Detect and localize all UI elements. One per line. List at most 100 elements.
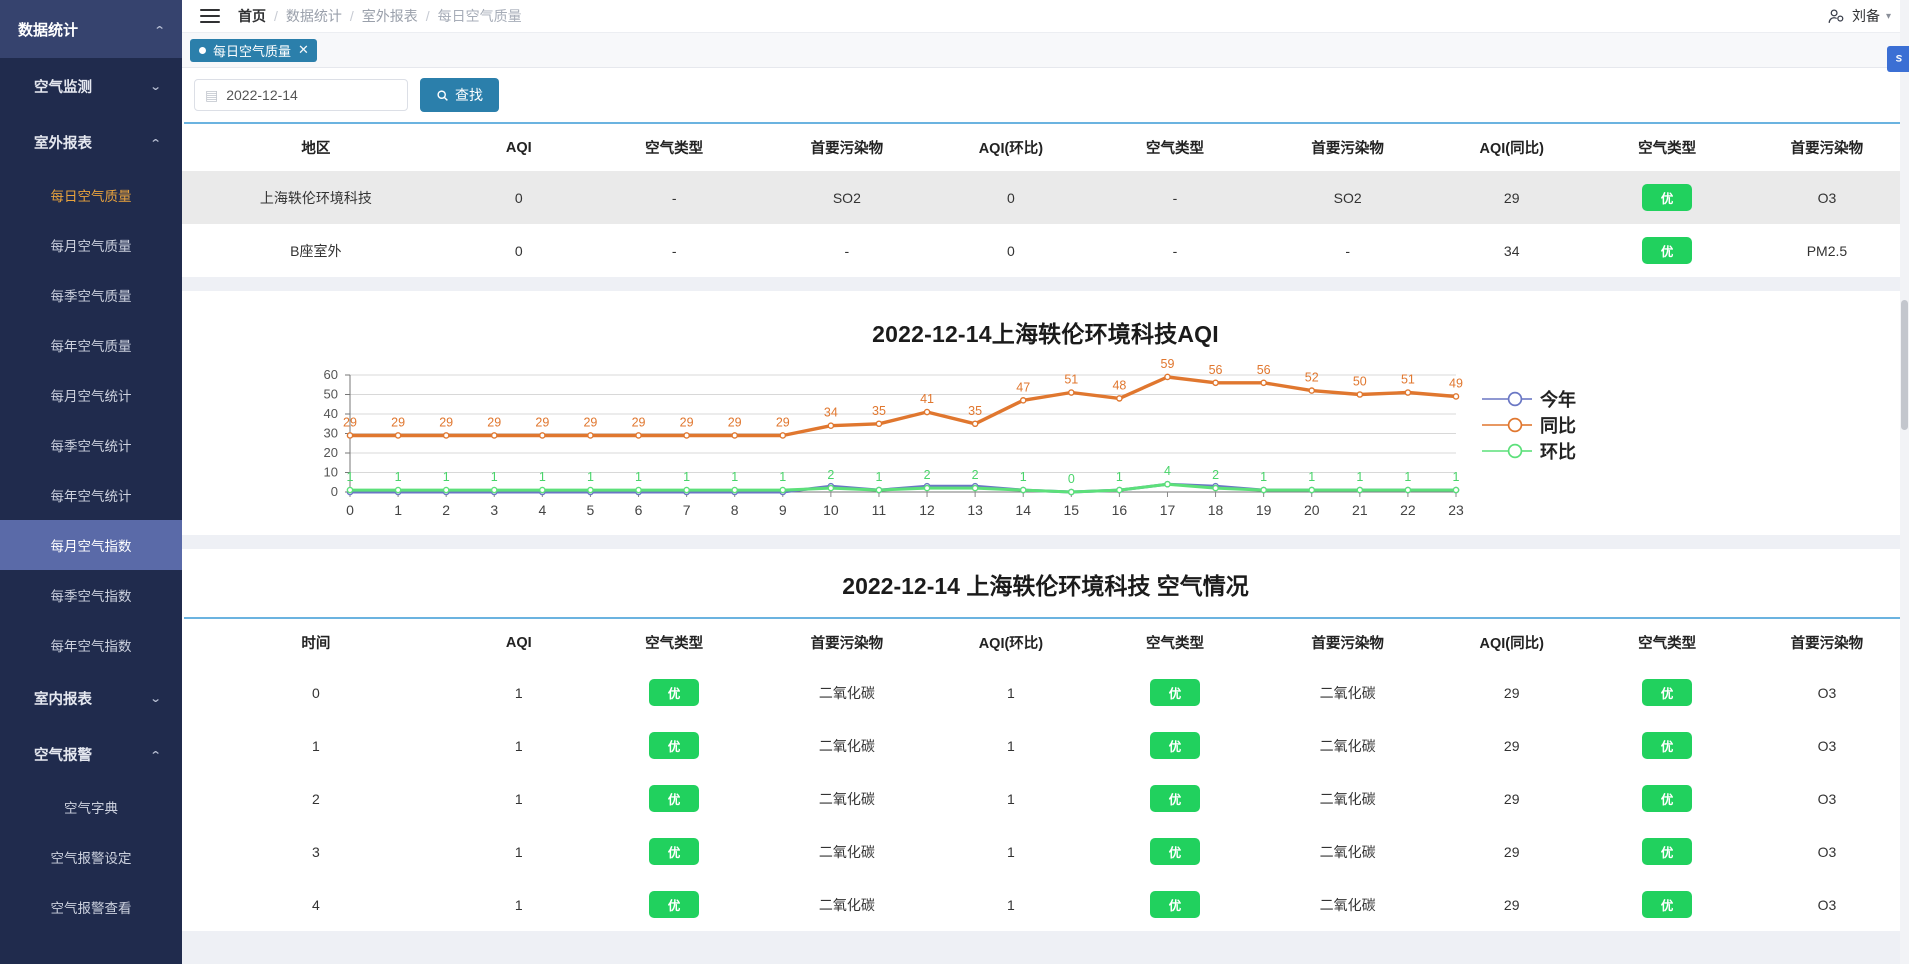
table-row[interactable]: 上海轶伦环境科技 0 - SO2 0 - SO2 29 优 O3 <box>182 171 1909 224</box>
detail-section-title: 2022-12-14 上海轶伦环境科技 空气情况 <box>182 549 1909 617</box>
sidebar-item-monthly-air-index[interactable]: 每月空气指数 <box>0 520 182 570</box>
sidebar-item-yearly-air-quality[interactable]: 每年空气质量 <box>0 320 182 370</box>
cell-pollutant-2: 二氧化碳 <box>1261 825 1434 878</box>
cell-airtype-2: 优 <box>1088 878 1262 931</box>
sidebar-group-air-monitor[interactable]: 空气监测 ⌄ <box>0 58 182 114</box>
breadcrumb-separator: / <box>274 8 278 24</box>
cell-aqi-yoy: 29 <box>1434 666 1590 719</box>
data-label-mom: 1 <box>587 470 594 484</box>
sidebar-item-label: 每月空气统计 <box>50 389 132 404</box>
breadcrumb: 首页 / 数据统计 / 室外报表 / 每日空气质量 <box>238 6 522 26</box>
cell-pollutant-3: O3 <box>1744 666 1909 719</box>
series-point <box>1260 379 1267 387</box>
cell-airtype-3: 优 <box>1589 825 1745 878</box>
data-label-yoy: 35 <box>872 404 886 418</box>
breadcrumb-item-statistics[interactable]: 数据统计 <box>286 6 342 26</box>
sidebar-item-quarterly-air-stats[interactable]: 每季空气统计 <box>0 420 182 470</box>
legend-item-1[interactable]: 同比 <box>1482 416 1576 436</box>
user-avatar-icon <box>1828 8 1844 23</box>
legend-item-0[interactable]: 今年 <box>1482 389 1576 410</box>
x-tick-label: 4 <box>538 502 546 518</box>
hamburger-menu-icon[interactable] <box>200 6 220 27</box>
data-label-yoy: 29 <box>487 415 501 429</box>
series-point <box>539 432 546 439</box>
cell-airtype-3: 优 <box>1589 666 1745 719</box>
chart-title: 2022-12-14上海轶伦环境科技AQI <box>872 321 1219 347</box>
sidebar-item-monthly-air-stats[interactable]: 每月空气统计 <box>0 370 182 420</box>
cell-airtype-2: - <box>1088 171 1262 224</box>
sidebar-item-label: 每日空气质量 <box>50 189 132 204</box>
floating-brand-button[interactable] <box>1887 46 1909 72</box>
sidebar-group-indoor-report[interactable]: 室内报表 ⌄ <box>0 670 182 726</box>
sidebar-group-air-alarm[interactable]: 空气报警 ⌄ <box>0 726 182 782</box>
series-point <box>827 484 835 492</box>
user-menu[interactable]: 刘备 ▾ <box>1827 6 1891 26</box>
data-label-mom: 1 <box>347 470 354 484</box>
sidebar-item-quarterly-air-quality[interactable]: 每季空气质量 <box>0 270 182 320</box>
legend-item-2[interactable]: 环比 <box>1482 442 1576 462</box>
tab-daily-air-quality[interactable]: 每日空气质量 ✕ <box>190 38 317 62</box>
search-button[interactable]: 查找 <box>420 78 499 112</box>
sidebar-item-air-alarm-view[interactable]: 空气报警查看 <box>0 882 182 932</box>
summary-table-wrap: 地区 AQI 空气类型 首要污染物 AQI(环比) 空气类型 首要污染物 AQI… <box>182 122 1909 277</box>
sidebar-item-yearly-air-index[interactable]: 每年空气指数 <box>0 620 182 670</box>
status-badge: 优 <box>1642 838 1693 865</box>
y-tick-label: 50 <box>324 387 338 402</box>
data-label-mom: 1 <box>1260 470 1267 484</box>
sidebar-title-label: 数据统计 <box>18 21 79 39</box>
cell-aqi-yoy: 29 <box>1434 171 1590 224</box>
page-scrollbar-thumb[interactable] <box>1901 300 1908 430</box>
status-badge: 优 <box>1149 785 1200 812</box>
chart-canvas[interactable]: 0 10 20 30 40 50 60 0 1 2 3 4 5 6 7 8 9 10 11 12 13 14 15 16 17 1… <box>182 357 1909 529</box>
cell-airtype-2: - <box>1088 224 1262 277</box>
data-label-yoy: 41 <box>920 392 934 406</box>
status-badge: 优 <box>1149 732 1200 759</box>
data-label-mom: 4 <box>1164 464 1171 478</box>
cell-airtype-1: 优 <box>587 825 761 878</box>
x-tick-label: 12 <box>919 502 935 518</box>
cell-airtype-3: 优 <box>1589 171 1745 224</box>
status-badge: 优 <box>649 732 700 759</box>
date-input[interactable]: ▤ 2022-12-14 <box>194 79 408 111</box>
x-tick-label: 16 <box>1112 502 1128 518</box>
status-badge: 优 <box>649 838 700 865</box>
sidebar-title[interactable]: 数据统计 ⌄ <box>0 0 182 58</box>
sidebar-item-monthly-air-quality[interactable]: 每月空气质量 <box>0 220 182 270</box>
table-row[interactable]: 1 1 优二氧化碳 1 优二氧化碳 29 优 O3 <box>182 719 1909 772</box>
sidebar-item-yearly-air-stats[interactable]: 每年空气统计 <box>0 470 182 520</box>
table-row[interactable]: 0 1 优二氧化碳 1 优二氧化碳 29 优 O3 <box>182 666 1909 719</box>
sidebar-item-air-dictionary[interactable]: 空气字典 <box>0 782 182 832</box>
sidebar-group-label: 室内报表 <box>34 691 92 708</box>
sidebar-item-daily-air-quality[interactable]: 每日空气质量 <box>0 170 182 220</box>
cell-aqi-mom: 1 <box>933 772 1089 825</box>
breadcrumb-item-home[interactable]: 首页 <box>238 6 266 26</box>
table-row[interactable]: 4 1 优二氧化碳 1 优二氧化碳 29 优 O3 <box>182 878 1909 931</box>
table-row[interactable]: B座室外 0 - - 0 - - 34 优 PM2.5 <box>182 224 1909 277</box>
table-row[interactable]: 2 1 优二氧化碳 1 优二氧化碳 29 优 O3 <box>182 772 1909 825</box>
sidebar-item-air-alarm-setting[interactable]: 空气报警设定 <box>0 832 182 882</box>
data-label-mom: 1 <box>875 470 882 484</box>
data-label-mom: 1 <box>683 470 690 484</box>
cell-aqi: 1 <box>449 772 588 825</box>
series-point <box>587 486 594 494</box>
data-label-mom: 2 <box>972 468 979 482</box>
cell-pollutant-1: 二氧化碳 <box>760 825 934 878</box>
sidebar-group-outdoor-report[interactable]: 室外报表 ⌄ <box>0 114 182 170</box>
page-scrollbar[interactable] <box>1900 0 1909 964</box>
data-label-yoy: 52 <box>1305 371 1319 385</box>
data-label-mom: 1 <box>1116 470 1123 484</box>
legend-label: 环比 <box>1540 442 1576 462</box>
summary-col-aqi: AQI <box>449 124 588 171</box>
data-label-mom: 1 <box>539 470 546 484</box>
table-row[interactable]: 3 1 优二氧化碳 1 优二氧化碳 29 优 O3 <box>182 825 1909 878</box>
cell-aqi-yoy: 29 <box>1434 825 1590 878</box>
sidebar-item-quarterly-air-index[interactable]: 每季空气指数 <box>0 570 182 620</box>
tab-close-icon[interactable]: ✕ <box>298 42 309 58</box>
y-tick-label: 40 <box>324 406 338 421</box>
cell-aqi-yoy: 29 <box>1434 772 1590 825</box>
data-label-mom: 1 <box>395 470 402 484</box>
summary-table-body: 上海轶伦环境科技 0 - SO2 0 - SO2 29 优 O3 B座室外 0 … <box>182 171 1909 277</box>
summary-col-airtype-3: 空气类型 <box>1589 124 1745 171</box>
breadcrumb-item-outdoor-report[interactable]: 室外报表 <box>362 6 418 26</box>
cell-aqi-yoy: 29 <box>1434 719 1590 772</box>
